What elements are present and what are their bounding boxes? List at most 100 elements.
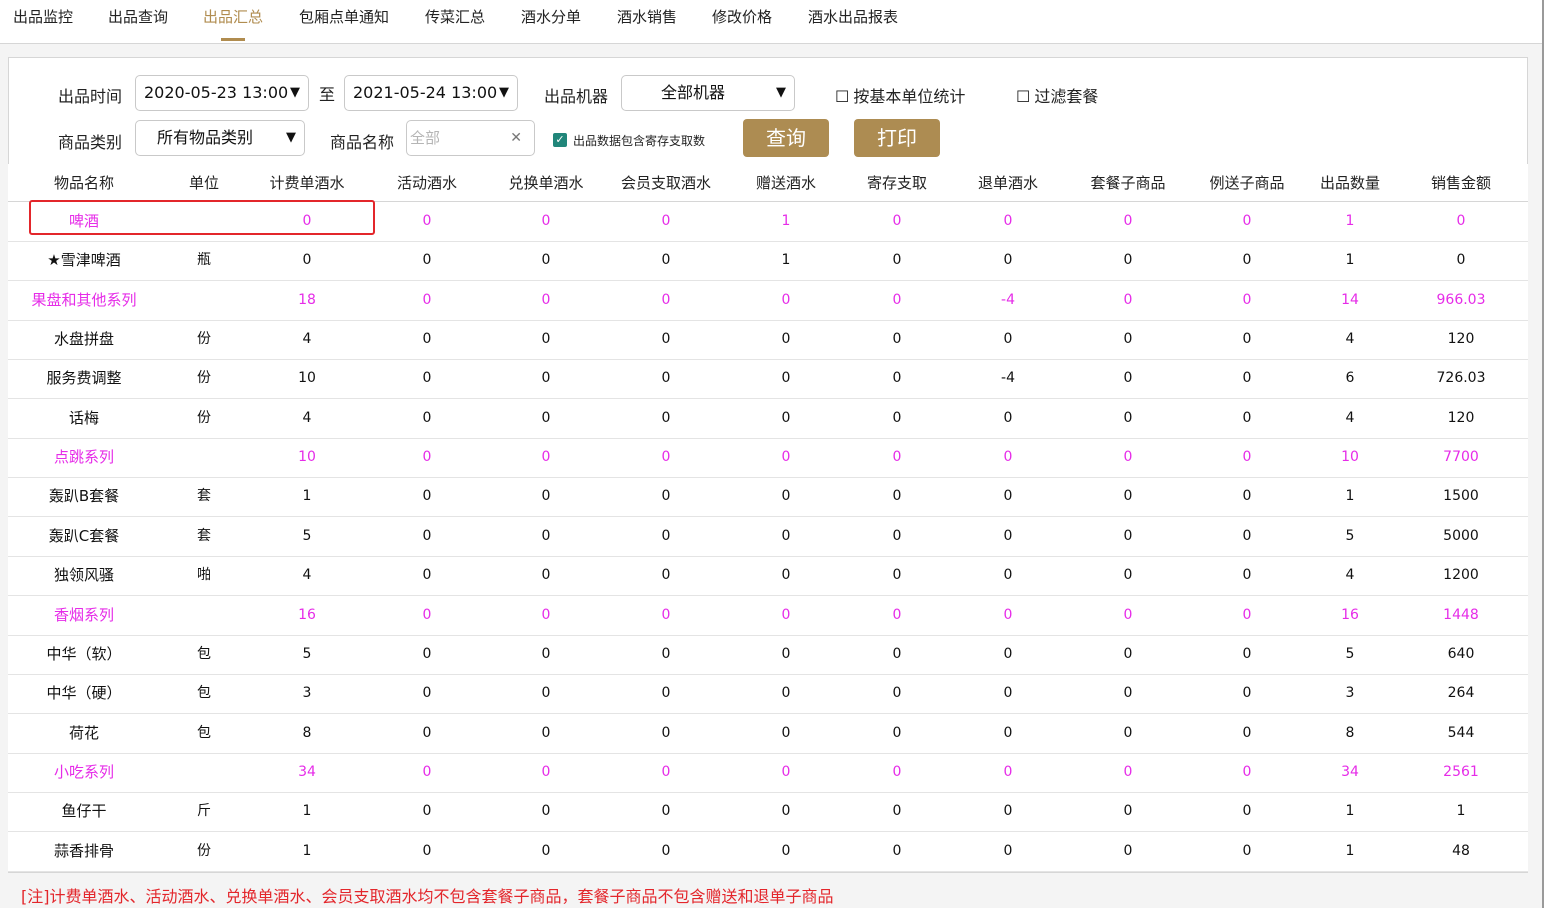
cell-gift-drinks: 0 — [781, 370, 791, 387]
header-activity-drinks[interactable]: 活动酒水 — [397, 164, 457, 202]
cell-member-withdraw: 0 — [661, 449, 671, 466]
tab-modify-price[interactable]: 修改价格 — [712, 0, 772, 41]
tab-output-monitor[interactable]: 出品监控 — [13, 0, 73, 41]
header-unit[interactable]: 单位 — [189, 164, 219, 202]
table-row[interactable]: 话梅 份 4 0 0 0 0 0 0 0 0 4 120 — [8, 399, 1528, 439]
category-label: 商品类别 — [58, 133, 123, 152]
cell-refund-drinks: 0 — [1003, 645, 1013, 662]
cell-storage-withdraw: 0 — [892, 449, 902, 466]
cell-exchange-drinks: 0 — [541, 213, 551, 229]
cell-exchange-drinks: 0 — [541, 370, 551, 387]
name-input[interactable]: 全部 ✕ — [406, 120, 535, 156]
cell-output-qty: 10 — [1341, 449, 1359, 466]
cell-activity-drinks: 0 — [422, 252, 432, 269]
clear-icon[interactable]: ✕ — [510, 121, 522, 155]
header-gift-drinks[interactable]: 赠送酒水 — [756, 164, 816, 202]
cell-unit: 啪 — [197, 567, 211, 584]
cell-output-qty: 1 — [1345, 213, 1355, 229]
header-item-name[interactable]: 物品名称 — [54, 164, 114, 202]
tab-output-query[interactable]: 出品查询 — [108, 0, 168, 41]
cell-member-withdraw: 0 — [661, 606, 671, 623]
header-member-withdraw[interactable]: 会员支取酒水 — [621, 164, 711, 202]
cell-exchange-drinks: 0 — [541, 567, 551, 584]
category-row[interactable]: 果盘和其他系列 18 0 0 0 0 0 -4 0 0 14 966.03 — [8, 281, 1528, 321]
include-storage-checkbox[interactable]: ✓ — [553, 133, 567, 147]
header-sales-amount[interactable]: 销售金额 — [1431, 164, 1491, 202]
cell-gift-drinks: 0 — [781, 331, 791, 348]
header-refund-drinks[interactable]: 退单酒水 — [978, 164, 1038, 202]
category-row[interactable]: 小吃系列 34 0 0 0 0 0 0 0 0 34 2561 — [8, 753, 1528, 793]
table-row[interactable]: 蒜香排骨 份 1 0 0 0 0 0 0 0 0 1 48 — [8, 832, 1528, 872]
category-row[interactable]: 啤酒 0 0 0 0 1 0 0 0 0 1 0 — [8, 202, 1528, 242]
cell-sales-amount: 1448 — [1443, 606, 1479, 623]
table-row[interactable]: 轰趴B套餐 套 1 0 0 0 0 0 0 0 0 1 1500 — [8, 477, 1528, 518]
cell-item-name: 荷花 — [68, 723, 100, 742]
table-row[interactable]: 荷花 包 8 0 0 0 0 0 0 0 0 8 544 — [8, 714, 1528, 754]
header-package-sub[interactable]: 套餐子商品 — [1090, 164, 1165, 202]
cell-package-sub: 0 — [1123, 527, 1133, 544]
header-routine-sub[interactable]: 例送子商品 — [1209, 164, 1284, 202]
cell-package-sub: 0 — [1123, 488, 1133, 505]
table-row[interactable]: 独领风骚 啪 4 0 0 0 0 0 0 0 0 4 1200 — [8, 556, 1528, 597]
cell-activity-drinks: 0 — [422, 567, 432, 584]
cell-activity-drinks: 0 — [422, 527, 432, 544]
query-button[interactable]: 查询 — [743, 119, 829, 157]
cell-item-name: 独领风骚 — [53, 566, 115, 585]
category-row[interactable]: 香烟系列 16 0 0 0 0 0 0 0 0 16 1448 — [8, 596, 1528, 636]
header-output-qty[interactable]: 出品数量 — [1320, 164, 1380, 202]
cell-exchange-drinks: 0 — [541, 331, 551, 348]
basic-unit-checkbox[interactable]: ☐ 按基本单位统计 — [835, 83, 965, 107]
cell-storage-withdraw: 0 — [892, 645, 902, 662]
cell-member-withdraw: 0 — [661, 291, 671, 308]
category-value: 所有物品类别 — [156, 128, 253, 147]
cell-refund-drinks: 0 — [1003, 803, 1013, 820]
cell-storage-withdraw: 0 — [892, 331, 902, 348]
cell-storage-withdraw: 0 — [892, 370, 902, 387]
table-row[interactable]: 轰趴C套餐套 5 0 0 0 0 0 0 0 0 5 5000 — [8, 517, 1528, 557]
cell-gift-drinks: 0 — [781, 645, 791, 662]
time-start-select[interactable]: 2020-05-23 13:00 ▼ — [135, 75, 309, 111]
print-button[interactable]: 打印 — [854, 119, 940, 157]
top-tab-bar: 出品监控 出品查询 出品汇总 包厢点单通知 传菜汇总 酒水分单 酒水销售 修改价… — [0, 0, 1542, 44]
cell-billing-drinks: 3 — [302, 685, 312, 702]
cell-package-sub: 0 — [1123, 645, 1133, 662]
category-row[interactable]: 点跳系列 10 0 0 0 0 0 0 0 0 10 7700 — [8, 438, 1528, 479]
cell-package-sub: 0 — [1123, 724, 1133, 741]
filter-package-checkbox[interactable]: ☐ 过滤套餐 — [1016, 83, 1098, 107]
table-row[interactable]: 中华（软） 包 5 0 0 0 0 0 0 0 0 5 640 — [8, 635, 1528, 675]
tab-room-order-notice[interactable]: 包厢点单通知 — [299, 0, 389, 41]
table-row[interactable]: 鱼仔干 斤 1 0 0 0 0 0 0 0 0 1 1 — [8, 792, 1528, 833]
header-exchange-drinks[interactable]: 兑换单酒水 — [508, 164, 583, 202]
cell-output-qty: 6 — [1345, 370, 1355, 387]
cell-package-sub: 0 — [1123, 449, 1133, 466]
cell-sales-amount: 1500 — [1443, 488, 1479, 505]
table-row[interactable]: 水盘拼盘 份 4 0 0 0 0 0 0 0 0 4 120 — [8, 320, 1528, 361]
category-select[interactable]: 所有物品类别 ▼ — [135, 120, 305, 156]
table-row[interactable]: ★雪津啤酒 瓶 0 0 0 0 1 0 0 0 0 1 0 — [8, 241, 1528, 282]
cell-member-withdraw: 0 — [661, 331, 671, 348]
cell-exchange-drinks: 0 — [541, 291, 551, 308]
header-billing-drinks[interactable]: 计费单酒水 — [269, 164, 344, 202]
tab-output-summary[interactable]: 出品汇总 — [203, 0, 263, 41]
cell-item-name: ★雪津啤酒 — [47, 251, 121, 270]
table-row[interactable]: 服务费调整 份 10 0 0 0 0 0 -4 0 0 6 726.03 — [8, 359, 1528, 400]
machine-select[interactable]: 全部机器 ▼ — [621, 75, 795, 111]
cell-storage-withdraw: 0 — [892, 567, 902, 584]
cell-member-withdraw: 0 — [661, 409, 671, 426]
cell-unit: 套 — [197, 527, 211, 544]
table-row[interactable]: 中华（硬） 包 3 0 0 0 0 0 0 0 0 3 264 — [8, 674, 1528, 715]
header-storage-withdraw[interactable]: 寄存支取 — [867, 164, 927, 202]
cell-sales-amount: 120 — [1447, 409, 1475, 426]
cell-package-sub: 0 — [1123, 842, 1133, 859]
cell-exchange-drinks: 0 — [541, 842, 551, 859]
cell-routine-sub: 0 — [1242, 606, 1252, 623]
time-end-select[interactable]: 2021-05-24 13:00 ▼ — [344, 75, 518, 111]
cell-package-sub: 0 — [1123, 409, 1133, 426]
tab-drinks-split[interactable]: 酒水分单 — [521, 0, 581, 41]
tab-drinks-report[interactable]: 酒水出品报表 — [808, 0, 898, 41]
cell-output-qty: 5 — [1345, 527, 1355, 544]
include-storage-label: 出品数据包含寄存支取数 — [573, 134, 706, 148]
tab-serving-summary[interactable]: 传菜汇总 — [425, 0, 485, 41]
cell-routine-sub: 0 — [1242, 724, 1252, 741]
tab-drinks-sales[interactable]: 酒水销售 — [617, 0, 677, 41]
